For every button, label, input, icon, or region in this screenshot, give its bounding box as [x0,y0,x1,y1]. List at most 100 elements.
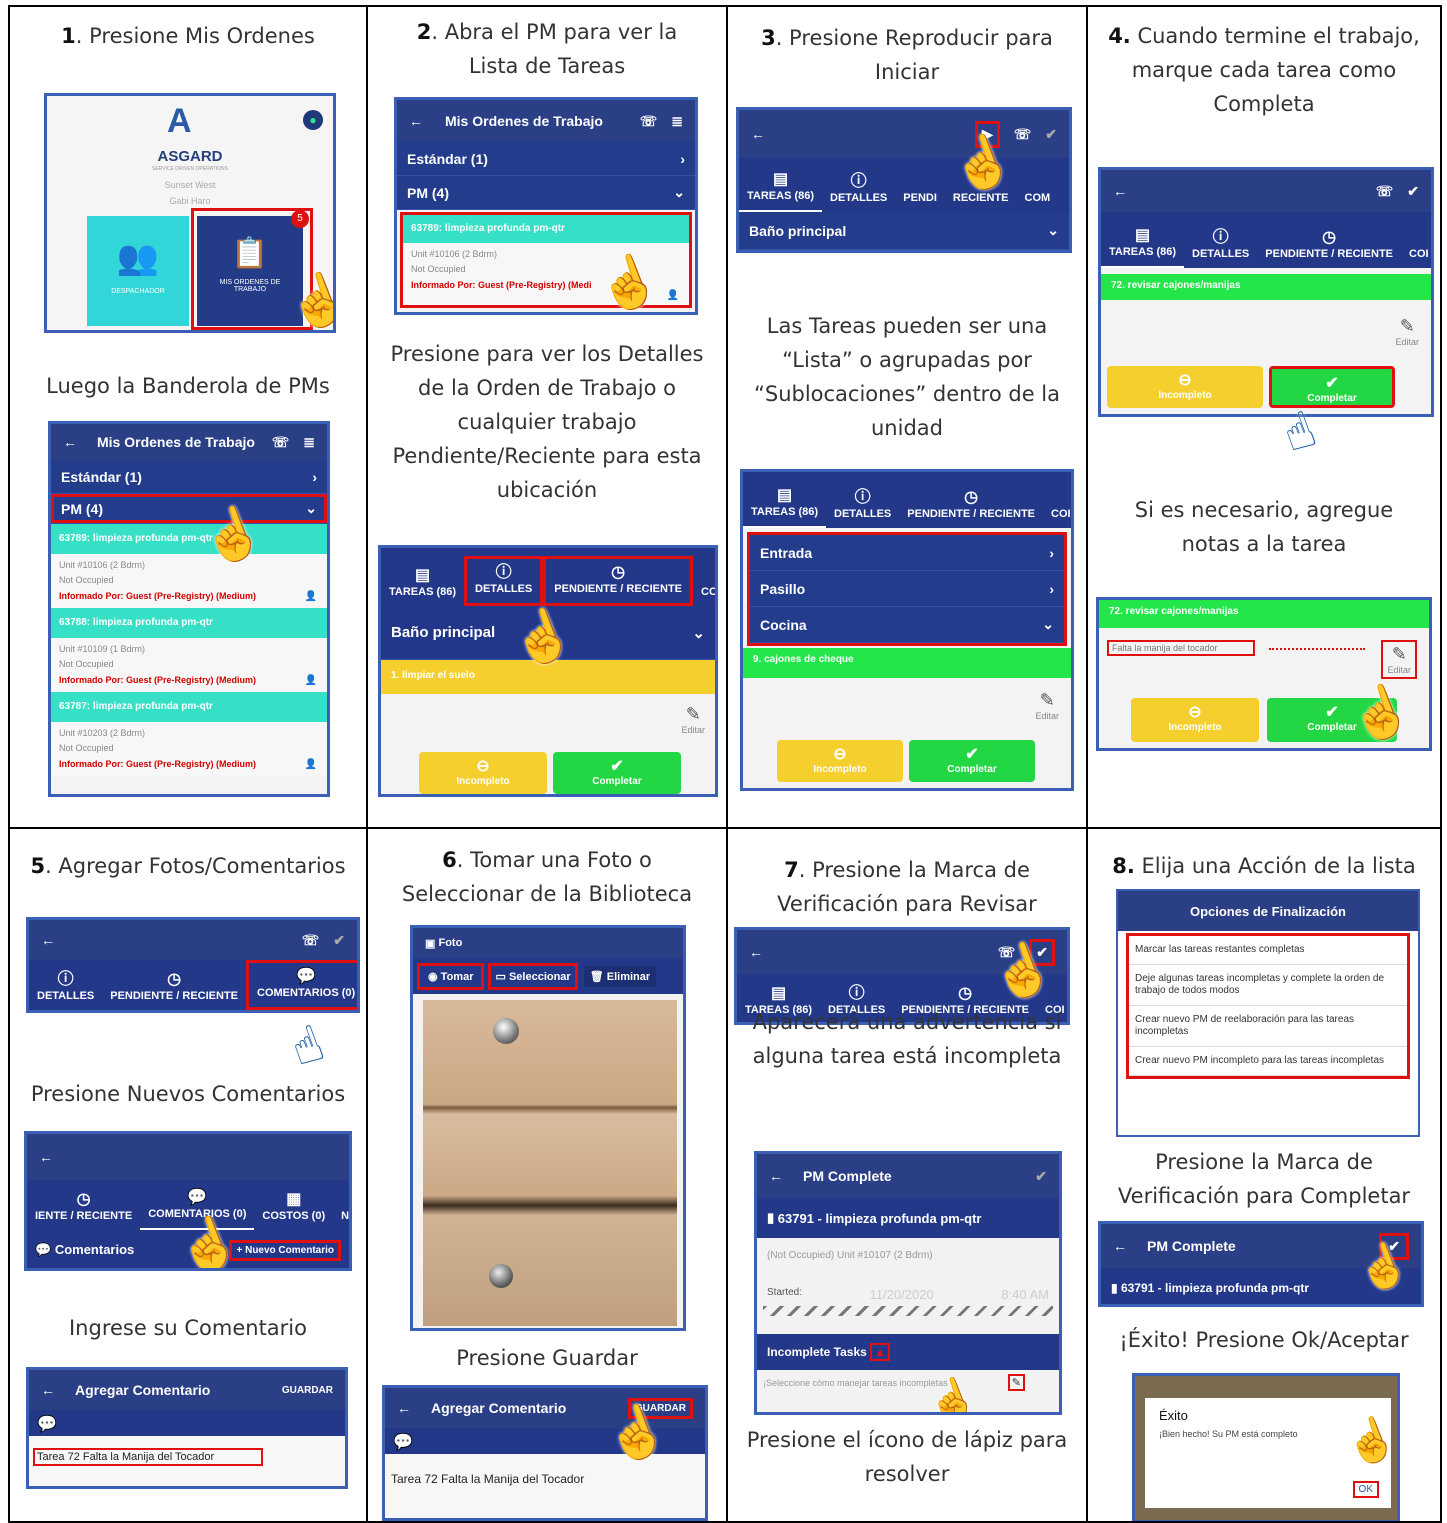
delete-photo-button[interactable]: 🗑 Eliminar [583,965,657,987]
completion-option[interactable]: Marcar las tareas restantes completas [1129,936,1407,965]
back-arrow-icon[interactable]: ← [1113,183,1127,199]
pm-item[interactable]: 63788: limpieza profunda pm-qtr Unit #101… [51,608,327,692]
phone-icon[interactable]: ☏ [1376,183,1394,200]
note-field[interactable]: Falta la manija del tocador [1107,640,1255,656]
edit-button[interactable]: ✎ Editar [1381,640,1417,679]
tab-pending[interactable]: PENDI [895,168,945,212]
tab-costs[interactable]: ▦ COSTOS (0) [254,1186,333,1230]
list-settings-icon[interactable]: ≣ [671,113,683,130]
pm-item-header: 63788: limpieza profunda pm-qtr [51,608,327,638]
task-row[interactable]: 72. revisar cajones/manijas [1101,274,1431,300]
location-group[interactable]: Baño principal ⌄ [739,212,1069,250]
tab-tasks[interactable]: ▤ TAREAS (86) [743,482,827,528]
tab-tasks[interactable]: ▤ TAREAS (86) [1101,222,1185,268]
pm-group[interactable]: PM (4) ⌄ [397,176,695,210]
assign-user-icon[interactable]: 👤 [305,675,317,686]
back-arrow-icon[interactable]: ← [397,1400,411,1416]
started-time: 8:40 AM [1001,1287,1049,1302]
pm-item-reported-by: Informado Por: Guest (Pre-Registry) (Med… [59,759,257,769]
phone-icon[interactable]: ☏ [640,113,658,130]
new-comment-button[interactable]: + Nuevo Comentario [229,1239,341,1261]
completion-option[interactable]: Crear nuevo PM incompleto para las tarea… [1129,1047,1407,1076]
phone-icon[interactable]: ☏ [1014,126,1032,143]
back-arrow-icon[interactable]: ← [1113,1238,1127,1254]
standard-group[interactable]: Estándar (1) › [397,142,695,176]
assign-user-icon[interactable]: 👤 [667,290,679,301]
edit-button[interactable]: ✎ Editar [1395,316,1419,347]
list-settings-icon[interactable]: ≣ [303,434,315,451]
back-arrow-icon[interactable]: ← [409,113,423,129]
pm-item[interactable]: 63789: limpieza profunda pm-qtr Unit #101… [51,524,327,608]
edit-button[interactable]: ✎ Editar [681,704,705,735]
take-photo-button[interactable]: ◉ Tomar [417,962,485,990]
assign-user-icon[interactable]: 👤 [305,759,317,770]
incomplete-button[interactable]: ⊖ Incompleto [419,752,547,794]
select-photo-button[interactable]: ▭ Seleccionar [488,962,578,990]
sublocation-cocina[interactable]: Cocina ⌄ [750,607,1064,643]
back-arrow-icon[interactable]: ← [41,1382,55,1398]
clock-icon[interactable]: ● [303,110,323,130]
pencil-icon[interactable]: ✎ [1007,1374,1025,1391]
task-row[interactable]: 9. cajones de cheque [743,648,1071,678]
assign-user-icon[interactable]: 👤 [305,591,317,602]
tab-comments[interactable]: COM [1017,168,1059,212]
tab-details[interactable]: ⓘ DETALLES [1184,224,1257,268]
completion-option[interactable]: Crear nuevo PM de reelaboración para las… [1129,1006,1407,1047]
tab-details[interactable]: ⓘ DETALLES [464,556,544,606]
complete-button[interactable]: ✔ Completar [909,740,1035,782]
complete-button[interactable]: ✔ Completar [1269,366,1395,408]
tab-comments[interactable]: COI [1401,224,1431,268]
check-icon[interactable]: ✔ [1045,126,1057,143]
complete-button[interactable]: ✔ Completar [553,752,681,794]
check-icon[interactable]: ✔ [1407,183,1419,200]
back-arrow-icon[interactable]: ← [63,434,77,450]
phone-icon[interactable]: ☏ [302,932,320,949]
tab-pending-recent[interactable]: ◷ PENDIENTE / RECIENTE [899,484,1043,528]
comment-input[interactable]: Tarea 72 Falta la Manija del Tocador [33,1448,263,1466]
back-arrow-icon[interactable]: ← [39,1149,53,1165]
caption-line: Presione la Marca de [1155,1150,1373,1174]
tab-pending-recent[interactable]: ◷ PENDIENTE / RECIENTE [1257,224,1401,268]
ok-button[interactable]: OK [1352,1481,1379,1498]
edit-button[interactable]: ✎ Editar [1035,690,1059,721]
tab-details[interactable]: ⓘ DETALLES [822,168,895,212]
tab-comments[interactable]: 💬 COMENTARIOS (0) [246,960,357,1010]
incomplete-button[interactable]: ⊖ Incompleto [1107,366,1263,408]
check-icon[interactable]: ✔ [1035,1168,1047,1185]
sublocation-pasillo[interactable]: Pasillo › [750,571,1064,607]
task-row[interactable]: 72. revisar cajones/manijas [1099,600,1429,628]
back-arrow-icon[interactable]: ← [749,944,763,960]
tab-pending-recent[interactable]: ◷ PENDIENTE / RECIENTE [543,556,694,606]
back-arrow-icon[interactable]: ← [769,1168,783,1184]
comment-input[interactable]: Tarea 72 Falta la Manija del Tocador [391,1472,699,1486]
tab-details[interactable]: ⓘ DETALLES [29,966,102,1010]
chevron-down-icon: ⌄ [692,624,705,642]
back-arrow-icon[interactable]: ← [41,932,55,948]
standard-group[interactable]: Estándar (1) › [51,460,327,494]
dispatcher-tile[interactable]: 👥 DESPACHADOR [87,216,189,326]
back-arrow-icon[interactable]: ← [751,126,765,142]
caption-line: Presione el ícono de lápiz para [746,1428,1068,1452]
tab-tasks[interactable]: ▤ TAREAS (86) [381,562,464,606]
tab-details[interactable]: ⓘ DETALLES [826,484,899,528]
document-icon: ▮ [1111,1281,1118,1295]
save-button[interactable]: GUARDAR [282,1385,333,1396]
phone-icon[interactable]: ☏ [272,434,290,451]
app-bar: ← [27,1134,349,1180]
pm-group[interactable]: PM (4) ⌄ [51,494,327,524]
caption-line: alguna tarea está incompleta [752,1044,1062,1068]
completion-option[interactable]: Deje algunas tareas incompletas y comple… [1129,965,1407,1006]
incomplete-button[interactable]: ⊖ Incompleto [777,740,903,782]
check-icon[interactable]: ✔ [333,932,345,949]
tab-comments[interactable]: COI [1043,484,1071,528]
pm-item[interactable]: 63787: limpieza profunda pm-qtr Unit #102… [51,692,327,776]
tab-tasks[interactable]: ▤ TAREAS (86) [739,166,823,212]
tab-comments[interactable]: COM [693,562,715,606]
tab-pending-recent[interactable]: ◷ PENDIENTE / RECIENTE [102,966,246,1010]
incomplete-button[interactable]: ⊖ Incompleto [1131,698,1259,742]
task-row[interactable]: 1. limpiar el suelo [381,660,715,694]
sublocation-entrada[interactable]: Entrada › [750,535,1064,571]
pm-item-occupancy: Not Occupied [59,659,114,669]
tab-pending-recent[interactable]: ◷ IENTE / RECIENTE [27,1186,140,1230]
tab-notes[interactable]: NO [333,1186,349,1230]
